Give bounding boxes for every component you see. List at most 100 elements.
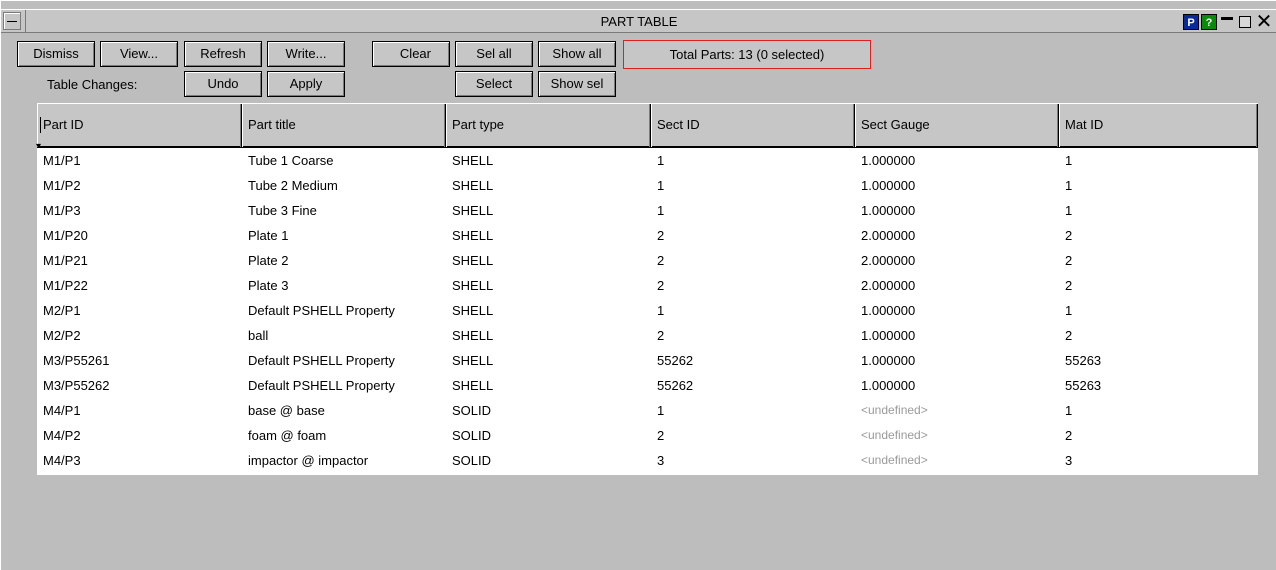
sect-id-cell[interactable]: 2 — [651, 273, 855, 298]
title-bar[interactable]: PART TABLE P ? ✕ — [1, 9, 1276, 33]
part-id-cell[interactable]: M3/P55262 — [37, 373, 242, 398]
sect-gauge-cell[interactable]: 2.000000 — [855, 223, 1059, 248]
sect-id-cell[interactable]: 1 — [651, 198, 855, 223]
part-id-cell[interactable]: M1/P21 — [37, 248, 242, 273]
table-row[interactable]: M4/P2 foam @ foam SOLID 2 <undefined> 2 — [37, 423, 1258, 448]
table-row[interactable]: M1/P1 Tube 1 Coarse SHELL 1 1.000000 1 — [37, 148, 1258, 173]
table-row[interactable]: M3/P55261 Default PSHELL Property SHELL 552… — [37, 348, 1258, 373]
sect-id-cell[interactable]: 55262 — [651, 348, 855, 373]
part-title-cell[interactable]: Plate 1 — [242, 223, 446, 248]
apply-button[interactable]: Apply — [267, 71, 345, 97]
write-button[interactable]: Write... — [267, 41, 345, 67]
sel-all-button[interactable]: Sel all — [455, 41, 533, 67]
sect-id-cell[interactable]: 3 — [651, 448, 855, 473]
part-type-cell[interactable]: SHELL — [446, 148, 651, 173]
mat-id-cell[interactable]: 2 — [1059, 323, 1258, 348]
mat-id-cell[interactable]: 2 — [1059, 423, 1258, 448]
mat-id-cell[interactable]: 1 — [1059, 173, 1258, 198]
mat-id-cell[interactable]: 1 — [1059, 398, 1258, 423]
sect-id-cell[interactable]: 2 — [651, 223, 855, 248]
part-title-cell[interactable]: Plate 2 — [242, 248, 446, 273]
part-id-cell[interactable]: M3/P55261 — [37, 348, 242, 373]
table-row[interactable]: M4/P1 base @ base SOLID 1 <undefined> 1 — [37, 398, 1258, 423]
part-type-cell[interactable]: SOLID — [446, 448, 651, 473]
sect-gauge-cell[interactable]: 2.000000 — [855, 248, 1059, 273]
sect-id-cell[interactable]: 1 — [651, 298, 855, 323]
mat-id-cell[interactable]: 1 — [1059, 298, 1258, 323]
sect-gauge-cell[interactable]: 1.000000 — [855, 173, 1059, 198]
part-id-cell[interactable]: M1/P1 — [37, 148, 242, 173]
table-row[interactable]: M1/P2 Tube 2 Medium SHELL 1 1.000000 1 — [37, 173, 1258, 198]
part-title-cell[interactable]: Default PSHELL Property — [242, 348, 446, 373]
sect-id-cell[interactable]: 1 — [651, 148, 855, 173]
part-id-cell[interactable]: M1/P2 — [37, 173, 242, 198]
sect-gauge-cell[interactable]: <undefined> — [855, 423, 1059, 448]
mat-id-cell[interactable]: 1 — [1059, 198, 1258, 223]
show-all-button[interactable]: Show all — [538, 41, 616, 67]
undo-button[interactable]: Undo — [184, 71, 262, 97]
sect-id-cell[interactable]: 1 — [651, 173, 855, 198]
table-row[interactable]: M2/P1 Default PSHELL Property SHELL 1 1.0000… — [37, 298, 1258, 323]
part-id-cell[interactable]: M2/P1 — [37, 298, 242, 323]
part-type-cell[interactable]: SHELL — [446, 173, 651, 198]
sect-gauge-cell[interactable]: 1.000000 — [855, 198, 1059, 223]
mat-id-cell[interactable]: 2 — [1059, 248, 1258, 273]
sect-gauge-cell[interactable]: 2.000000 — [855, 273, 1059, 298]
mat-id-cell[interactable]: 55263 — [1059, 348, 1258, 373]
column-header-part-id[interactable]: Part ID — [36, 104, 242, 168]
refresh-button[interactable]: Refresh — [184, 41, 262, 67]
part-title-cell[interactable]: foam @ foam — [242, 423, 446, 448]
part-id-cell[interactable]: M4/P3 — [37, 448, 242, 473]
mat-id-cell[interactable]: 55263 — [1059, 373, 1258, 398]
table-row[interactable]: M3/P55262 Default PSHELL Property SHELL 552… — [37, 373, 1258, 398]
sect-gauge-cell[interactable]: 1.000000 — [855, 298, 1059, 323]
sect-id-cell[interactable]: 1 — [651, 398, 855, 423]
part-type-cell[interactable]: SOLID — [446, 423, 651, 448]
part-type-cell[interactable]: SHELL — [446, 298, 651, 323]
part-id-cell[interactable]: M2/P2 — [37, 323, 242, 348]
part-title-cell[interactable]: Tube 1 Coarse — [242, 148, 446, 173]
sect-gauge-cell[interactable]: 1.000000 — [855, 323, 1059, 348]
part-id-cell[interactable]: M1/P3 — [37, 198, 242, 223]
sect-id-cell[interactable]: 55262 — [651, 373, 855, 398]
part-title-cell[interactable]: Tube 3 Fine — [242, 198, 446, 223]
column-header-sect-id[interactable]: Sect ID — [651, 104, 855, 147]
show-sel-button[interactable]: Show sel — [538, 71, 616, 97]
column-header-part-title[interactable]: Part title — [242, 104, 446, 147]
part-id-cell[interactable]: M1/P22 — [37, 273, 242, 298]
sect-gauge-cell[interactable]: <undefined> — [855, 398, 1059, 423]
sect-id-cell[interactable]: 2 — [651, 323, 855, 348]
part-type-cell[interactable]: SOLID — [446, 398, 651, 423]
table-row[interactable]: M1/P20 Plate 1 SHELL 2 2.000000 2 — [37, 223, 1258, 248]
sect-gauge-cell[interactable]: 1.000000 — [855, 373, 1059, 398]
part-id-cell[interactable]: M1/P20 — [37, 223, 242, 248]
part-type-cell[interactable]: SHELL — [446, 323, 651, 348]
minimize-icon[interactable] — [1219, 14, 1235, 30]
part-type-cell[interactable]: SHELL — [446, 373, 651, 398]
view-button[interactable]: View... — [100, 41, 178, 67]
part-title-cell[interactable]: ball — [242, 323, 446, 348]
column-header-mat-id[interactable]: Mat ID — [1059, 104, 1258, 147]
table-row[interactable]: M1/P3 Tube 3 Fine SHELL 1 1.000000 1 — [37, 198, 1258, 223]
part-title-cell[interactable]: base @ base — [242, 398, 446, 423]
part-type-cell[interactable]: SHELL — [446, 198, 651, 223]
select-button[interactable]: Select — [455, 71, 533, 97]
sect-gauge-cell[interactable]: 1.000000 — [855, 148, 1059, 173]
part-title-cell[interactable]: Default PSHELL Property — [242, 298, 446, 323]
sect-id-cell[interactable]: 2 — [651, 248, 855, 273]
help-icon[interactable]: ? — [1201, 14, 1217, 30]
sect-id-cell[interactable]: 2 — [651, 423, 855, 448]
table-row[interactable]: M1/P22 Plate 3 SHELL 2 2.000000 2 — [37, 273, 1258, 298]
mat-id-cell[interactable]: 2 — [1059, 273, 1258, 298]
mat-id-cell[interactable]: 2 — [1059, 223, 1258, 248]
close-icon[interactable]: ✕ — [1255, 12, 1273, 32]
maximize-icon[interactable] — [1237, 14, 1253, 30]
part-title-cell[interactable]: impactor @ impactor — [242, 448, 446, 473]
part-title-cell[interactable]: Plate 3 — [242, 273, 446, 298]
p-icon[interactable]: P — [1183, 14, 1199, 30]
column-header-sect-gauge[interactable]: Sect Gauge — [855, 104, 1059, 147]
part-type-cell[interactable]: SHELL — [446, 348, 651, 373]
column-header-part-type[interactable]: Part type — [446, 104, 651, 147]
dismiss-button[interactable]: Dismiss — [17, 41, 95, 67]
part-id-cell[interactable]: M4/P1 — [37, 398, 242, 423]
